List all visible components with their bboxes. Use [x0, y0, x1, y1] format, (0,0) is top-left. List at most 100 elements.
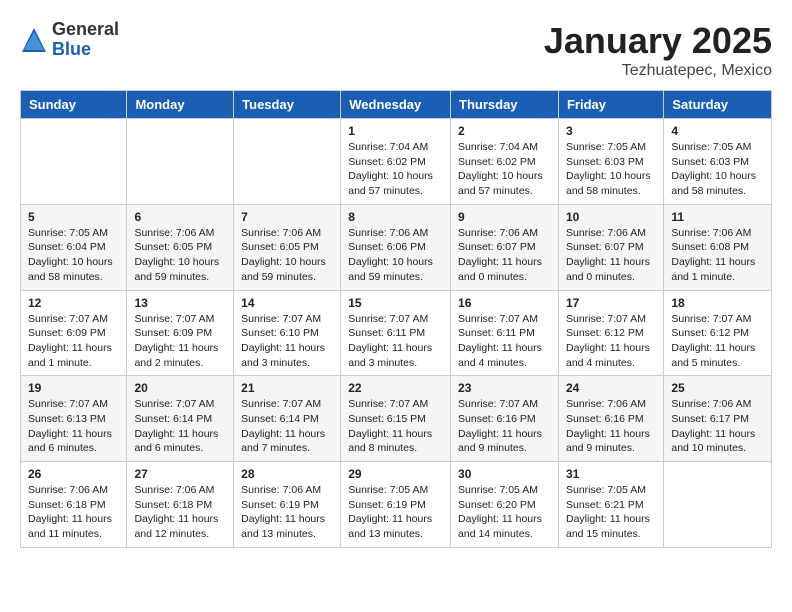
logo: General Blue	[20, 20, 119, 60]
day-number: 30	[458, 467, 551, 481]
day-info: Sunrise: 7:07 AM Sunset: 6:14 PM Dayligh…	[134, 397, 226, 456]
day-number: 9	[458, 210, 551, 224]
day-number: 5	[28, 210, 119, 224]
day-info: Sunrise: 7:06 AM Sunset: 6:07 PM Dayligh…	[566, 226, 656, 285]
month-title: January 2025	[544, 20, 772, 62]
day-info: Sunrise: 7:06 AM Sunset: 6:07 PM Dayligh…	[458, 226, 551, 285]
day-info: Sunrise: 7:05 AM Sunset: 6:19 PM Dayligh…	[348, 483, 443, 542]
day-info: Sunrise: 7:06 AM Sunset: 6:19 PM Dayligh…	[241, 483, 333, 542]
calendar-cell: 29 Sunrise: 7:05 AM Sunset: 6:19 PM Dayli…	[341, 462, 451, 548]
week-row-5: 26 Sunrise: 7:06 AM Sunset: 6:18 PM Dayli…	[21, 462, 772, 548]
day-number: 3	[566, 124, 656, 138]
day-info: Sunrise: 7:06 AM Sunset: 6:08 PM Dayligh…	[671, 226, 764, 285]
calendar-cell: 26 Sunrise: 7:06 AM Sunset: 6:18 PM Dayli…	[21, 462, 127, 548]
day-info: Sunrise: 7:07 AM Sunset: 6:12 PM Dayligh…	[566, 312, 656, 371]
day-number: 17	[566, 296, 656, 310]
weekday-header-monday: Monday	[127, 91, 234, 119]
calendar-cell: 13 Sunrise: 7:07 AM Sunset: 6:09 PM Dayli…	[127, 290, 234, 376]
calendar-cell: 12Sunrise: 7:07 AM Sunset: 6:09 PM Dayli…	[21, 290, 127, 376]
day-info: Sunrise: 7:06 AM Sunset: 6:05 PM Dayligh…	[134, 226, 226, 285]
day-number: 1	[348, 124, 443, 138]
day-info: Sunrise: 7:07 AM Sunset: 6:14 PM Dayligh…	[241, 397, 333, 456]
calendar-cell: 21 Sunrise: 7:07 AM Sunset: 6:14 PM Dayli…	[234, 376, 341, 462]
day-number: 29	[348, 467, 443, 481]
day-info: Sunrise: 7:04 AM Sunset: 6:02 PM Dayligh…	[348, 140, 443, 199]
logo-blue: Blue	[52, 40, 119, 60]
day-info: Sunrise: 7:07 AM Sunset: 6:15 PM Dayligh…	[348, 397, 443, 456]
day-number: 7	[241, 210, 333, 224]
day-info: Sunrise: 7:05 AM Sunset: 6:21 PM Dayligh…	[566, 483, 656, 542]
day-number: 19	[28, 381, 119, 395]
calendar-cell: 19 Sunrise: 7:07 AM Sunset: 6:13 PM Dayli…	[21, 376, 127, 462]
day-info: Sunrise: 7:07 AM Sunset: 6:13 PM Dayligh…	[28, 397, 119, 456]
calendar-cell: 15Sunrise: 7:07 AM Sunset: 6:11 PM Dayli…	[341, 290, 451, 376]
day-info: Sunrise: 7:05 AM Sunset: 6:04 PM Dayligh…	[28, 226, 119, 285]
day-info: Sunrise: 7:07 AM Sunset: 6:11 PM Dayligh…	[348, 312, 443, 371]
day-number: 13	[134, 296, 226, 310]
calendar-cell	[127, 119, 234, 205]
day-info: Sunrise: 7:06 AM Sunset: 6:06 PM Dayligh…	[348, 226, 443, 285]
calendar-cell: 11 Sunrise: 7:06 AM Sunset: 6:08 PM Dayli…	[664, 204, 772, 290]
day-number: 25	[671, 381, 764, 395]
calendar-cell: 31 Sunrise: 7:05 AM Sunset: 6:21 PM Dayli…	[558, 462, 663, 548]
calendar-cell: 30 Sunrise: 7:05 AM Sunset: 6:20 PM Dayli…	[451, 462, 559, 548]
calendar-cell: 14Sunrise: 7:07 AM Sunset: 6:10 PM Dayli…	[234, 290, 341, 376]
day-number: 11	[671, 210, 764, 224]
day-number: 16	[458, 296, 551, 310]
calendar-cell: 6Sunrise: 7:06 AM Sunset: 6:05 PM Daylig…	[127, 204, 234, 290]
title-block: January 2025 Tezhuatepec, Mexico	[544, 20, 772, 80]
day-number: 22	[348, 381, 443, 395]
weekday-header-tuesday: Tuesday	[234, 91, 341, 119]
day-number: 28	[241, 467, 333, 481]
day-info: Sunrise: 7:05 AM Sunset: 6:03 PM Dayligh…	[671, 140, 764, 199]
day-info: Sunrise: 7:06 AM Sunset: 6:18 PM Dayligh…	[134, 483, 226, 542]
day-info: Sunrise: 7:06 AM Sunset: 6:17 PM Dayligh…	[671, 397, 764, 456]
calendar: SundayMondayTuesdayWednesdayThursdayFrid…	[20, 90, 772, 548]
calendar-cell: 3 Sunrise: 7:05 AM Sunset: 6:03 PM Daylig…	[558, 119, 663, 205]
calendar-cell: 1 Sunrise: 7:04 AM Sunset: 6:02 PM Daylig…	[341, 119, 451, 205]
day-info: Sunrise: 7:06 AM Sunset: 6:18 PM Dayligh…	[28, 483, 119, 542]
logo-icon	[20, 26, 48, 54]
day-info: Sunrise: 7:06 AM Sunset: 6:16 PM Dayligh…	[566, 397, 656, 456]
day-number: 14	[241, 296, 333, 310]
day-number: 10	[566, 210, 656, 224]
page-header: General Blue January 2025 Tezhuatepec, M…	[20, 20, 772, 80]
calendar-cell: 17 Sunrise: 7:07 AM Sunset: 6:12 PM Dayli…	[558, 290, 663, 376]
day-number: 20	[134, 381, 226, 395]
calendar-cell: 10 Sunrise: 7:06 AM Sunset: 6:07 PM Dayli…	[558, 204, 663, 290]
day-info: Sunrise: 7:04 AM Sunset: 6:02 PM Dayligh…	[458, 140, 551, 199]
day-info: Sunrise: 7:07 AM Sunset: 6:12 PM Dayligh…	[671, 312, 764, 371]
day-number: 21	[241, 381, 333, 395]
calendar-cell: 24Sunrise: 7:06 AM Sunset: 6:16 PM Dayli…	[558, 376, 663, 462]
calendar-cell: 18Sunrise: 7:07 AM Sunset: 6:12 PM Dayli…	[664, 290, 772, 376]
day-info: Sunrise: 7:07 AM Sunset: 6:09 PM Dayligh…	[134, 312, 226, 371]
calendar-cell: 28 Sunrise: 7:06 AM Sunset: 6:19 PM Dayli…	[234, 462, 341, 548]
week-row-1: 1 Sunrise: 7:04 AM Sunset: 6:02 PM Daylig…	[21, 119, 772, 205]
weekday-header-wednesday: Wednesday	[341, 91, 451, 119]
location: Tezhuatepec, Mexico	[544, 62, 772, 80]
day-number: 26	[28, 467, 119, 481]
weekday-header-friday: Friday	[558, 91, 663, 119]
week-row-2: 5 Sunrise: 7:05 AM Sunset: 6:04 PM Daylig…	[21, 204, 772, 290]
day-number: 2	[458, 124, 551, 138]
calendar-cell	[664, 462, 772, 548]
day-number: 8	[348, 210, 443, 224]
day-info: Sunrise: 7:05 AM Sunset: 6:20 PM Dayligh…	[458, 483, 551, 542]
day-info: Sunrise: 7:05 AM Sunset: 6:03 PM Dayligh…	[566, 140, 656, 199]
calendar-cell: 5 Sunrise: 7:05 AM Sunset: 6:04 PM Daylig…	[21, 204, 127, 290]
weekday-header-thursday: Thursday	[451, 91, 559, 119]
day-number: 23	[458, 381, 551, 395]
weekday-header-sunday: Sunday	[21, 91, 127, 119]
calendar-cell	[234, 119, 341, 205]
week-row-3: 12Sunrise: 7:07 AM Sunset: 6:09 PM Dayli…	[21, 290, 772, 376]
calendar-cell: 4 Sunrise: 7:05 AM Sunset: 6:03 PM Daylig…	[664, 119, 772, 205]
calendar-cell: 27Sunrise: 7:06 AM Sunset: 6:18 PM Dayli…	[127, 462, 234, 548]
day-info: Sunrise: 7:07 AM Sunset: 6:09 PM Dayligh…	[28, 312, 119, 371]
calendar-cell	[21, 119, 127, 205]
day-number: 31	[566, 467, 656, 481]
calendar-cell: 23Sunrise: 7:07 AM Sunset: 6:16 PM Dayli…	[451, 376, 559, 462]
calendar-cell: 7 Sunrise: 7:06 AM Sunset: 6:05 PM Daylig…	[234, 204, 341, 290]
day-number: 4	[671, 124, 764, 138]
day-info: Sunrise: 7:06 AM Sunset: 6:05 PM Dayligh…	[241, 226, 333, 285]
calendar-cell: 20 Sunrise: 7:07 AM Sunset: 6:14 PM Dayli…	[127, 376, 234, 462]
